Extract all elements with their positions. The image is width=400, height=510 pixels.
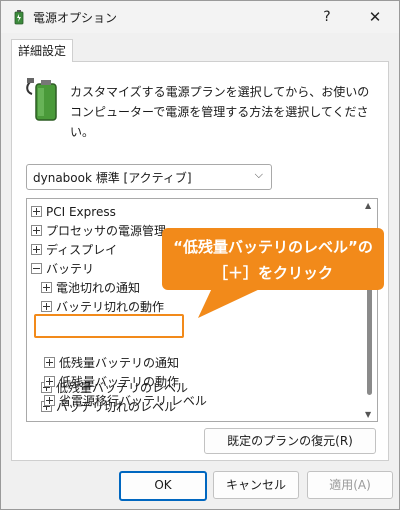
instruction-text: カスタマイズする電源プランを選択してから、お使いのコンピューターで電源を管理する…	[70, 85, 370, 139]
expand-plus-icon[interactable]	[44, 376, 55, 387]
tree-item-label: PCI Express	[46, 205, 116, 219]
tree-item-label: ディスプレイ	[46, 243, 118, 257]
tree-item-label: プロセッサの電源管理	[46, 224, 167, 238]
tree-item-low-battery-notification[interactable]: 低残量バッテリの通知	[44, 354, 179, 372]
restore-defaults-button[interactable]: 既定のプランの復元(R)	[204, 428, 376, 454]
tree-item-label: 省電源移行バッテリ レベル	[59, 394, 207, 408]
tree-item-reserve-battery-level[interactable]: 省電源移行バッテリ レベル	[44, 392, 207, 410]
collapse-minus-icon[interactable]	[31, 263, 42, 274]
tree-item-display[interactable]: ディスプレイ	[31, 241, 117, 259]
expand-plus-icon[interactable]	[31, 225, 42, 236]
instruction-callout: “低残量バッテリのレベル”の ［＋］をクリック	[162, 228, 384, 290]
cancel-button[interactable]: キャンセル	[213, 471, 299, 499]
scroll-down-icon[interactable]: ▼	[365, 410, 371, 419]
expand-plus-icon[interactable]	[44, 395, 55, 406]
tab-advanced-settings[interactable]: 詳細設定	[11, 39, 74, 62]
close-button[interactable]: ✕	[355, 3, 395, 31]
expand-plus-icon[interactable]	[41, 282, 52, 293]
expand-plus-icon[interactable]	[31, 244, 42, 255]
battery-plug-icon	[26, 78, 57, 121]
tree-item-battery[interactable]: バッテリ	[31, 260, 94, 278]
power-plan-value: dynabook 標準 [アクティブ]	[33, 171, 192, 185]
help-button[interactable]: ?	[313, 3, 341, 31]
tree-item-processor-power[interactable]: プロセッサの電源管理	[31, 222, 166, 240]
expand-plus-icon[interactable]	[44, 357, 55, 368]
callout-line-2: ［＋］をクリック	[212, 264, 333, 282]
ok-button[interactable]: OK	[119, 471, 207, 501]
apply-button[interactable]: 適用(A)	[307, 471, 393, 499]
callout-line-1: “低残量バッテリのレベル”の	[173, 238, 373, 256]
tree-item-label: 低残量バッテリの動作	[59, 375, 180, 389]
power-plan-dropdown[interactable]: dynabook 標準 [アクティブ] ⌵	[26, 164, 272, 190]
tree-item-pci-express[interactable]: PCI Express	[31, 203, 116, 221]
tree-item-low-battery-action[interactable]: 低残量バッテリの動作	[44, 373, 179, 391]
expand-plus-icon[interactable]	[31, 206, 42, 217]
window-title: 電源オプション	[33, 11, 118, 25]
highlight-frame	[34, 314, 184, 338]
power-battery-icon	[14, 10, 24, 25]
tree-item-critical-notification[interactable]: 電池切れの通知	[41, 279, 140, 297]
scroll-up-icon[interactable]: ▲	[365, 201, 371, 210]
scroll-thumb[interactable]	[367, 285, 372, 395]
tree-item-label: バッテリ切れの動作	[56, 300, 165, 314]
title-bar: 電源オプション ? ✕	[1, 1, 399, 33]
chevron-down-icon: ⌵	[254, 168, 263, 181]
expand-plus-icon[interactable]	[41, 301, 52, 312]
tree-item-label: 電池切れの通知	[56, 281, 141, 295]
tree-item-label: 低残量バッテリの通知	[59, 356, 180, 370]
tree-item-label: バッテリ	[46, 262, 95, 276]
